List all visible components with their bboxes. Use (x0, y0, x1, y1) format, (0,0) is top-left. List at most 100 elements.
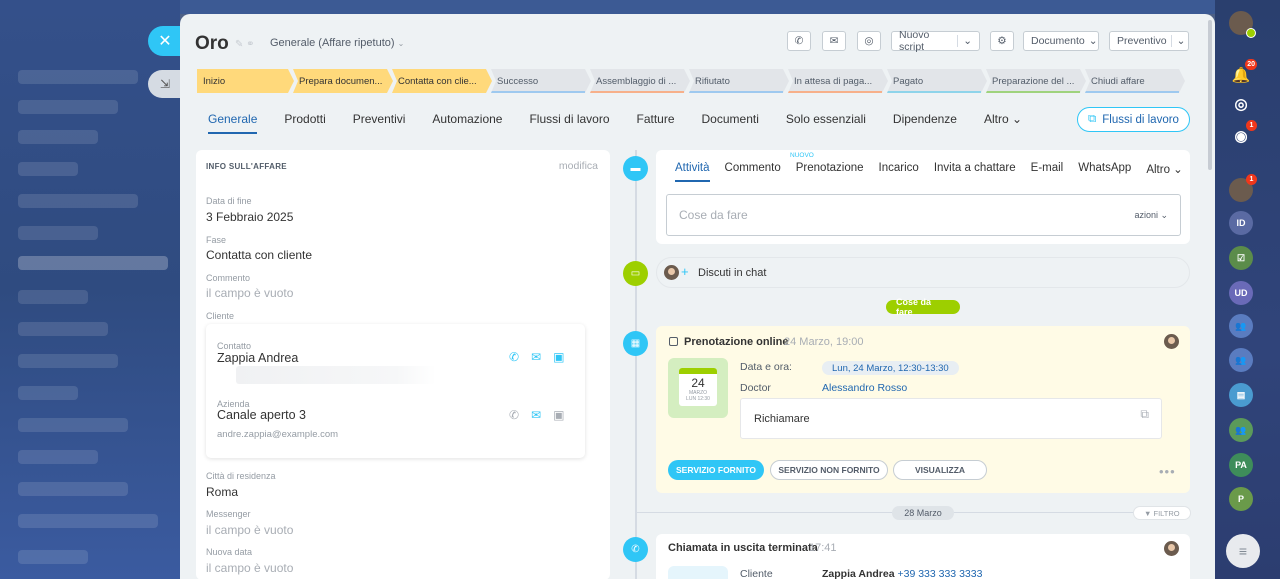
mail-icon[interactable]: ✉ (531, 408, 541, 422)
script-button[interactable]: Nuovo script ⌄ (891, 29, 980, 53)
tab-preventivi[interactable]: Preventivi (353, 112, 406, 134)
online-indicator (1246, 28, 1256, 38)
service-done-button[interactable]: SERVIZIO FORNITO (668, 460, 764, 480)
timeline-tab-prenotazione[interactable]: Prenotazione (796, 162, 864, 182)
bg-menu-item (18, 322, 108, 336)
doctor-link[interactable]: Alessandro Rosso (822, 382, 907, 394)
company-email[interactable]: andre.zappia@example.com (217, 429, 338, 440)
user-avatar[interactable] (1229, 11, 1256, 38)
document-button[interactable]: Documento ⌄ (1023, 31, 1099, 51)
tab-solo-essenziali[interactable]: Solo essenziali (786, 112, 866, 134)
todo-section-pill: Cose da fare (886, 297, 960, 317)
chat-icon[interactable]: ▣ (553, 350, 564, 364)
chat-icon[interactable]: ▣ (553, 408, 564, 422)
settings-button[interactable]: ⚙ (990, 31, 1014, 51)
discuss-chat-button[interactable]: + Discuti in chat (656, 257, 1190, 288)
timeline-tab-label: Altro (1146, 164, 1170, 176)
contact-initials[interactable]: UD (1229, 281, 1253, 305)
bg-menu-item (18, 450, 98, 464)
stage-label: Fase (206, 235, 227, 245)
message-badge: 1 (1246, 120, 1257, 131)
scrollbar[interactable] (1208, 20, 1212, 170)
deal-category-selector[interactable]: Generale (Affare ripetuto) ⌄ (270, 37, 404, 49)
bg-menu-item (18, 194, 138, 208)
call-client[interactable]: Zappia Andrea +39 333 333 3333 (822, 568, 982, 579)
call-button[interactable]: ✆ (787, 31, 811, 51)
filter-button[interactable]: ▼ FILTRO (1133, 506, 1191, 520)
minimize-slider-button[interactable]: ⇲ (148, 70, 182, 98)
bell-icon[interactable]: 🔔 20 (1229, 59, 1257, 87)
call-phone[interactable]: +39 333 333 3333 (897, 568, 982, 579)
email-button[interactable]: ✉ (822, 31, 846, 51)
stage-8[interactable]: Pagato (887, 69, 987, 93)
discuss-chat-label: Discuti in chat (698, 267, 767, 279)
copy-icon[interactable]: ⧉ (1140, 407, 1149, 422)
actions-dropdown[interactable]: azioni ⌄ (1134, 210, 1168, 221)
tasks-icon[interactable]: ☑ (1229, 246, 1253, 270)
timeline-tab-attivit-[interactable]: Attività (675, 162, 710, 182)
group-icon[interactable]: 👥 (1229, 418, 1253, 442)
edit-link[interactable]: modifica (559, 160, 598, 172)
call-thumb (668, 566, 728, 579)
stage-2[interactable]: Prepara documen... (293, 69, 393, 93)
deal-slider: Oro ✎ ⚭ Generale (Affare ripetuto) ⌄ ✆ ✉… (180, 14, 1215, 579)
tab-documenti[interactable]: Documenti (702, 112, 759, 134)
chevron-down-icon: ⌄ (1169, 164, 1183, 176)
call-title[interactable]: Chiamata in uscita terminata (668, 542, 818, 554)
stage-4[interactable]: Successo (491, 69, 591, 93)
contact-name[interactable]: Zappia Andrea (217, 351, 298, 365)
stage-6[interactable]: Rifiutato (689, 69, 789, 93)
edit-title-icon[interactable]: ✎ ⚭ (235, 39, 255, 50)
tab-prodotti[interactable]: Prodotti (284, 112, 325, 134)
messages-icon[interactable]: ◉ 1 (1229, 120, 1257, 148)
note-text: Richiamare (754, 412, 810, 425)
quote-button[interactable]: Preventivo ⌄ (1109, 31, 1189, 51)
contact-initials[interactable]: PA (1229, 453, 1253, 477)
group-icon[interactable]: 👥 (1229, 348, 1253, 372)
more-icon[interactable]: ••• (1159, 464, 1176, 479)
stage-9[interactable]: Preparazione del ... (986, 69, 1086, 93)
gear-icon: ⚙ (997, 35, 1007, 47)
view-button[interactable]: VISUALIZZA (893, 460, 987, 480)
timeline-tab-commento[interactable]: Commento (725, 162, 781, 182)
stage-10[interactable]: Chiudi affare (1085, 69, 1185, 93)
phone-icon[interactable]: ✆ (509, 350, 519, 364)
timeline-tab-whatsapp[interactable]: WhatsApp (1078, 162, 1131, 182)
menu-icon[interactable]: ≡ (1226, 534, 1260, 568)
timeline-tab-incarico[interactable]: Incarico (879, 162, 919, 182)
bg-menu-item (18, 418, 128, 432)
stage-1[interactable]: Inizio (197, 69, 294, 93)
activity-stream-icon[interactable]: ◎ (1229, 92, 1253, 116)
chat-button[interactable]: ◎ (857, 31, 881, 51)
complete-checkbox[interactable] (669, 337, 678, 346)
workflows-button[interactable]: ⧉ Flussi di lavoro (1077, 107, 1190, 132)
stage-3[interactable]: Contatta con clie... (392, 69, 492, 93)
chat-icon: ◎ (864, 35, 874, 47)
contact-initials[interactable]: ID (1229, 211, 1253, 235)
todo-input[interactable]: Cose da fare azioni ⌄ (666, 194, 1181, 236)
tab-flussi-di-lavoro[interactable]: Flussi di lavoro (529, 112, 609, 134)
group-icon[interactable]: 👥 (1229, 314, 1253, 338)
mail-icon[interactable]: ✉ (531, 350, 541, 364)
timeline-tab-invita-a-chattare[interactable]: Invita a chattare (934, 162, 1016, 182)
chat-icon[interactable]: ▤ (1229, 383, 1253, 407)
avatar[interactable]: 1 (1229, 174, 1257, 202)
filter-label: FILTRO (1153, 508, 1180, 518)
booking-title[interactable]: Prenotazione online (684, 336, 789, 348)
tab-altro[interactable]: Altro ⌄ (984, 112, 1022, 134)
contact-initials[interactable]: P (1229, 487, 1253, 511)
timeline-tab-label: Incarico (878, 162, 919, 174)
tab-label: Altro (983, 112, 1009, 126)
tab-dipendenze[interactable]: Dipendenze (893, 112, 957, 134)
stage-7[interactable]: In attesa di paga... (788, 69, 888, 93)
close-slider-button[interactable]: ✕ (148, 26, 182, 56)
timeline-tab-altro[interactable]: Altro ⌄ (1146, 162, 1183, 182)
tab-generale[interactable]: Generale (208, 112, 258, 134)
service-not-done-button[interactable]: SERVIZIO NON FORNITO (770, 460, 888, 480)
timeline-tab-e-mail[interactable]: E-mail (1031, 162, 1064, 182)
stage-5[interactable]: Assemblaggio di ... (590, 69, 690, 93)
phone-icon[interactable]: ✆ (509, 408, 519, 422)
tab-fatture[interactable]: Fatture (637, 112, 675, 134)
company-name[interactable]: Canale aperto 3 (217, 408, 306, 422)
tab-automazione[interactable]: Automazione (432, 112, 502, 134)
